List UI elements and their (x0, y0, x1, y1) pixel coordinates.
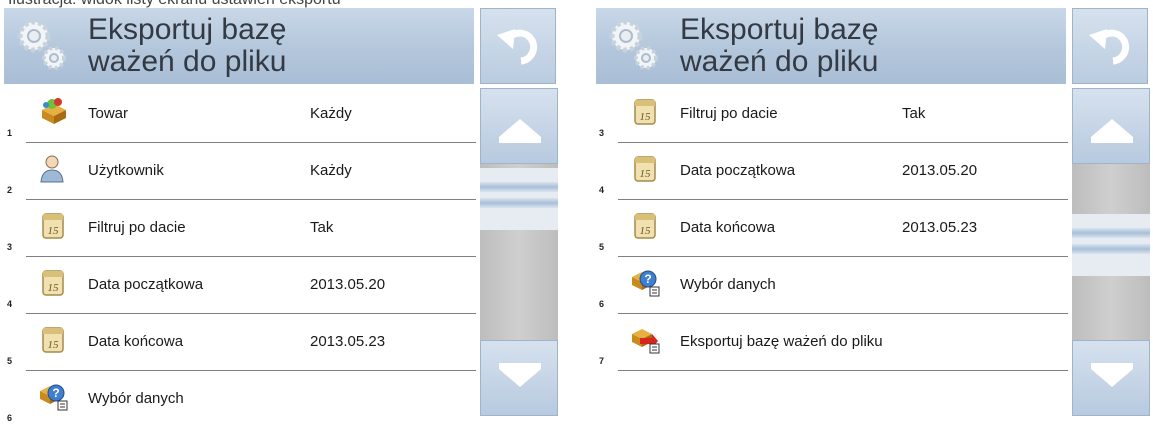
row-divider (26, 199, 476, 200)
svg-text:?: ? (644, 272, 651, 286)
calendar-icon: 15 (42, 270, 64, 296)
arrow-up-icon (499, 119, 541, 143)
row-number: 6 (599, 299, 605, 309)
scroll-thumb[interactable] (1072, 214, 1150, 276)
svg-text:15: 15 (640, 168, 652, 180)
row-number: 5 (599, 242, 605, 252)
row-value: Każdy (310, 105, 352, 122)
row-number: 4 (7, 299, 13, 309)
caption-text-left: Ilustracja: widok listy ekranu ustawień … (8, 0, 341, 8)
svg-text:15: 15 (48, 225, 60, 237)
list-item-filter-by-date[interactable]: 3 15 Filtruj po dacie Tak (4, 202, 476, 259)
row-divider (618, 199, 1068, 200)
row-label: Użytkownik (88, 162, 164, 179)
row-value: Tak (310, 219, 334, 236)
scroll-up-button[interactable] (480, 88, 558, 164)
page-title: Eksportuj bazę ważeń do pliku (88, 13, 287, 78)
back-button[interactable] (1072, 8, 1148, 84)
calendar-icon: 15 (634, 213, 656, 239)
row-label: Data początkowa (88, 276, 204, 293)
export-screen-left: Eksportuj bazę ważeń do pliku 1 Towar Ka… (4, 8, 564, 423)
row-number: 3 (599, 128, 605, 138)
list-item-filter-by-date[interactable]: 3 15 Filtruj po dacie Tak (596, 88, 1068, 145)
row-divider (26, 370, 476, 371)
scroll-up-button[interactable] (1072, 88, 1150, 164)
calendar-icon: 15 (634, 156, 656, 182)
row-divider (618, 370, 1068, 371)
row-label: Filtruj po dacie (680, 105, 778, 122)
arrow-down-icon (499, 363, 541, 387)
row-label: Wybór danych (680, 276, 776, 293)
page-title: Eksportuj bazę ważeń do pliku (680, 13, 879, 78)
scroll-down-button[interactable] (480, 340, 558, 416)
svg-text:?: ? (52, 386, 59, 400)
svg-text:15: 15 (48, 282, 60, 294)
row-label: Towar (88, 105, 129, 122)
screen-header: Eksportuj bazę ważeń do pliku (4, 8, 474, 84)
row-divider (26, 142, 476, 143)
row-value: Tak (902, 105, 926, 122)
row-number: 1 (7, 128, 13, 138)
row-label: Data początkowa (680, 162, 796, 179)
scroll-thumb[interactable] (480, 168, 558, 230)
list-item-data-selection[interactable]: 6 ? Wybór danych (4, 373, 476, 430)
list-item-data-selection[interactable]: 6 ? Wybór danych (596, 259, 1068, 316)
row-divider (26, 313, 476, 314)
row-value: 2013.05.20 (310, 276, 386, 293)
vertical-scrollbar[interactable] (480, 88, 558, 416)
data-select-icon: ? (632, 270, 660, 297)
row-value: 2013.05.20 (902, 162, 978, 179)
undo-arrow-icon (1089, 29, 1130, 65)
row-divider (26, 256, 476, 257)
settings-list: 3 15 Filtruj po dacie Tak 4 15 Data pocz… (596, 88, 1068, 373)
row-number: 6 (7, 413, 13, 423)
row-label: Wybór danych (88, 390, 184, 407)
export-icon (632, 329, 660, 354)
row-number: 2 (7, 185, 13, 195)
svg-text:15: 15 (48, 339, 60, 351)
svg-text:15: 15 (640, 225, 652, 237)
cropped-caption: Ilustracja: widok listy ekranu ustawień … (0, 0, 1153, 8)
row-divider (618, 313, 1068, 314)
data-select-icon: ? (40, 384, 68, 411)
row-value: 2013.05.23 (902, 219, 978, 236)
row-divider (618, 142, 1068, 143)
list-item-start-date[interactable]: 4 15 Data początkowa 2013.05.20 (4, 259, 476, 316)
list-item-product[interactable]: 1 Towar Każdy (4, 88, 476, 145)
list-item-user[interactable]: 2 Użytkownik Każdy (4, 145, 476, 202)
calendar-icon: 15 (634, 99, 656, 125)
product-icon (42, 98, 66, 124)
row-number: 7 (599, 356, 605, 366)
row-label: Data końcowa (88, 333, 184, 350)
export-screen-right: Eksportuj bazę ważeń do pliku 3 15 Filtr… (596, 8, 1153, 416)
settings-list: 1 Towar Każdy 2 Użytkownik Każdy 3 15 Fi… (4, 88, 476, 430)
back-button[interactable] (480, 8, 556, 84)
row-value: Każdy (310, 162, 352, 179)
user-icon (40, 155, 64, 183)
list-item-end-date[interactable]: 5 15 Data końcowa 2013.05.23 (596, 202, 1068, 259)
row-value: 2013.05.23 (310, 333, 386, 350)
row-label: Eksportuj bazę ważeń do pliku (680, 333, 883, 350)
list-item-start-date[interactable]: 4 15 Data początkowa 2013.05.20 (596, 145, 1068, 202)
calendar-icon: 15 (42, 327, 64, 353)
calendar-icon: 15 (42, 213, 64, 239)
svg-text:15: 15 (640, 111, 652, 123)
row-label: Filtruj po dacie (88, 219, 186, 236)
vertical-scrollbar[interactable] (1072, 88, 1150, 416)
row-number: 4 (599, 185, 605, 195)
row-number: 3 (7, 242, 13, 252)
row-label: Data końcowa (680, 219, 776, 236)
screen-header: Eksportuj bazę ważeń do pliku (596, 8, 1066, 84)
list-item-export-database[interactable]: 7 Eksportuj bazę ważeń do pliku (596, 316, 1068, 373)
row-divider (618, 256, 1068, 257)
arrow-up-icon (1091, 119, 1133, 143)
settings-gears-icon (609, 19, 658, 70)
scroll-down-button[interactable] (1072, 340, 1150, 416)
settings-gears-icon (17, 19, 66, 70)
row-number: 5 (7, 356, 13, 366)
list-item-end-date[interactable]: 5 15 Data końcowa 2013.05.23 (4, 316, 476, 373)
undo-arrow-icon (497, 29, 538, 65)
arrow-down-icon (1091, 363, 1133, 387)
